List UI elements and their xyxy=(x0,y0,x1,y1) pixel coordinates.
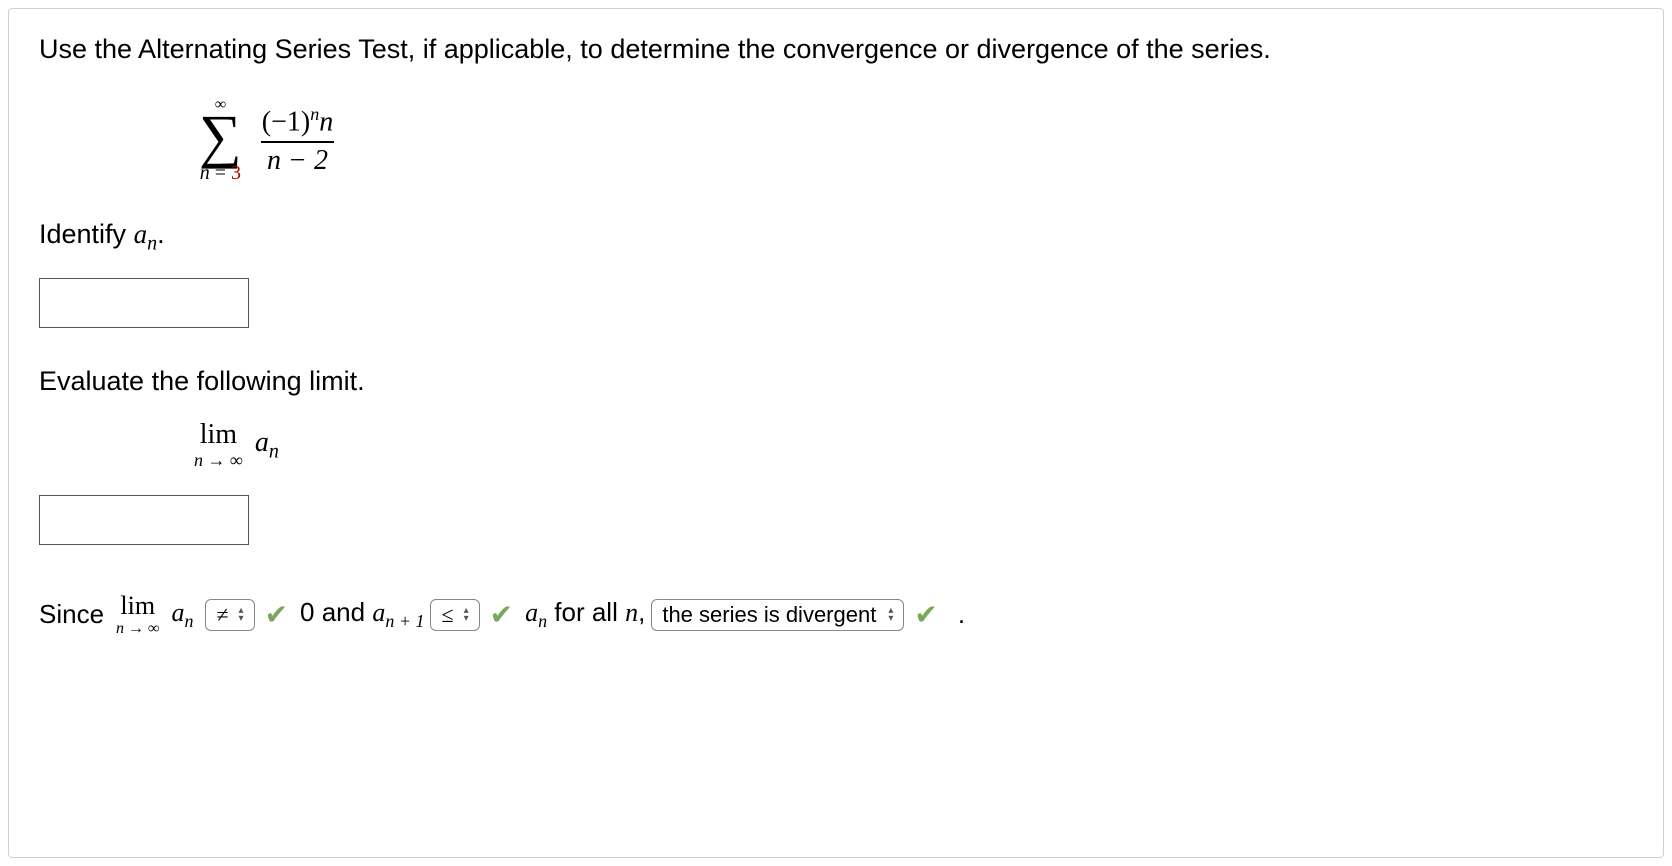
lim-an-sub: n xyxy=(269,440,279,462)
sum-var: n xyxy=(200,162,210,184)
conc-a3: a xyxy=(525,598,538,627)
lim-text: lim xyxy=(200,421,237,449)
conc-a2: a xyxy=(372,598,385,627)
sum-start: 3 xyxy=(231,162,241,184)
n-italic: n xyxy=(625,598,638,627)
down-caret-icon: ▾ xyxy=(464,615,469,623)
identify-a: a xyxy=(134,219,148,249)
fraction-numerator: (−1)nn xyxy=(256,104,339,140)
zero-and-text: 0 and an + 1 xyxy=(300,597,424,632)
question-card: Use the Alternating Series Test, if appl… xyxy=(8,8,1664,858)
lim-sub: n → ∞ xyxy=(194,451,243,469)
conclusion-select[interactable]: the series is divergent ▴ ▾ xyxy=(651,599,904,631)
an-forall-text: an for all n, xyxy=(525,597,645,632)
zero-and: 0 and xyxy=(300,597,372,627)
conc-a3-sub: n xyxy=(538,611,547,631)
conclusion-lim: lim n → ∞ xyxy=(116,593,159,637)
conc-an1: an xyxy=(171,598,193,632)
identify-pre: Identify xyxy=(39,219,134,249)
sigma-symbol: ∑ xyxy=(199,115,242,157)
down-caret-icon: ▾ xyxy=(888,615,893,623)
identify-post: . xyxy=(157,219,165,249)
identify-an-label: Identify an. xyxy=(39,219,1633,255)
sum-eq: = xyxy=(210,162,231,184)
conc-a1-sub: n xyxy=(184,611,193,631)
since-text: Since xyxy=(39,599,104,630)
an-answer-input[interactable] xyxy=(39,278,249,328)
limit-answer-input[interactable] xyxy=(39,495,249,545)
sigma-notation: ∞ ∑ n = 3 xyxy=(199,97,242,183)
lim-an: an xyxy=(255,427,279,464)
num-exponent: n xyxy=(310,104,319,124)
num-base: (−1) xyxy=(262,107,310,138)
check-icon-1: ✔ xyxy=(265,598,288,631)
limit-expression: lim n → ∞ an xyxy=(194,421,1633,469)
conc-a2-sub: n + 1 xyxy=(385,611,424,631)
lim-a: a xyxy=(255,427,269,458)
evaluate-label: Evaluate the following limit. xyxy=(39,366,1633,397)
conc-lim-sub: n → ∞ xyxy=(116,621,159,637)
for-all: for all xyxy=(547,597,625,627)
conc-lim-text: lim xyxy=(120,593,155,619)
down-caret-icon: ▾ xyxy=(239,615,244,623)
sum-lower-bound: n = 3 xyxy=(200,163,241,183)
series-term-fraction: (−1)nn n − 2 xyxy=(256,104,339,176)
relation1-value: ≠ xyxy=(216,602,228,628)
limit-operator: lim n → ∞ xyxy=(194,421,243,469)
stepper-icon: ▴ ▾ xyxy=(239,607,244,623)
relation2-value: ≤ xyxy=(441,602,453,628)
conclusion-period: . xyxy=(958,599,965,630)
num-tail: n xyxy=(319,107,333,138)
check-icon-2: ✔ xyxy=(490,598,513,631)
relation-select-1[interactable]: ≠ ▴ ▾ xyxy=(205,599,254,631)
stepper-icon-2: ▴ ▾ xyxy=(464,607,469,623)
identify-sub: n xyxy=(147,233,157,255)
comma: , xyxy=(638,597,645,627)
series-expression: ∞ ∑ n = 3 (−1)nn n − 2 xyxy=(199,97,1633,183)
conc-a1: a xyxy=(171,598,184,627)
stepper-icon-3: ▴ ▾ xyxy=(888,607,893,623)
check-icon-3: ✔ xyxy=(914,598,937,631)
fraction-denominator: n − 2 xyxy=(261,141,334,177)
relation-select-2[interactable]: ≤ ▴ ▾ xyxy=(430,599,479,631)
conclusion-line: Since lim n → ∞ an ≠ ▴ ▾ ✔ 0 and an + 1 xyxy=(39,593,1633,637)
question-prompt: Use the Alternating Series Test, if appl… xyxy=(39,31,1633,67)
conclusion-value: the series is divergent xyxy=(662,602,876,628)
